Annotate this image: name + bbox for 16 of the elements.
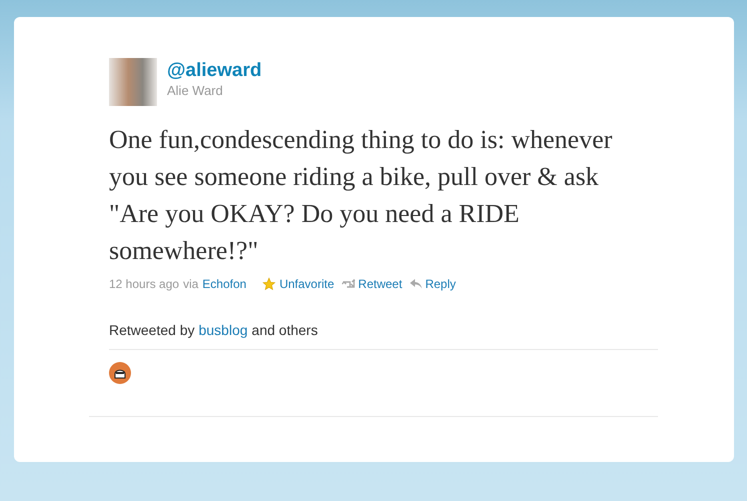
retweeter-avatar[interactable] (109, 362, 131, 384)
retweeter-link[interactable]: busblog (198, 322, 248, 338)
retweet-link[interactable]: Retweet (342, 277, 402, 291)
via-label: via (183, 277, 198, 291)
avatar-photo-placeholder[interactable] (109, 58, 157, 106)
favorite-link[interactable]: Unfavorite (262, 277, 334, 291)
retweet-icon (342, 279, 356, 289)
reply-icon (410, 279, 422, 289)
timestamp: 12 hours ago (109, 277, 180, 291)
user-handle-link[interactable]: @alieward (167, 60, 262, 82)
tweet-text: One fun,condescending thing to do is: whenever you see someone riding a bike, pull over & ask "Are you OKAY? Do you need a RIDE somewhere!?" (109, 124, 614, 267)
user-name: Alie Ward (167, 83, 224, 98)
reply-link[interactable]: Reply (410, 277, 456, 291)
retweeted-by-label: Retweeted by (109, 322, 195, 338)
client-link[interactable]: Echofon (202, 277, 246, 291)
others-label: and others (252, 322, 318, 338)
